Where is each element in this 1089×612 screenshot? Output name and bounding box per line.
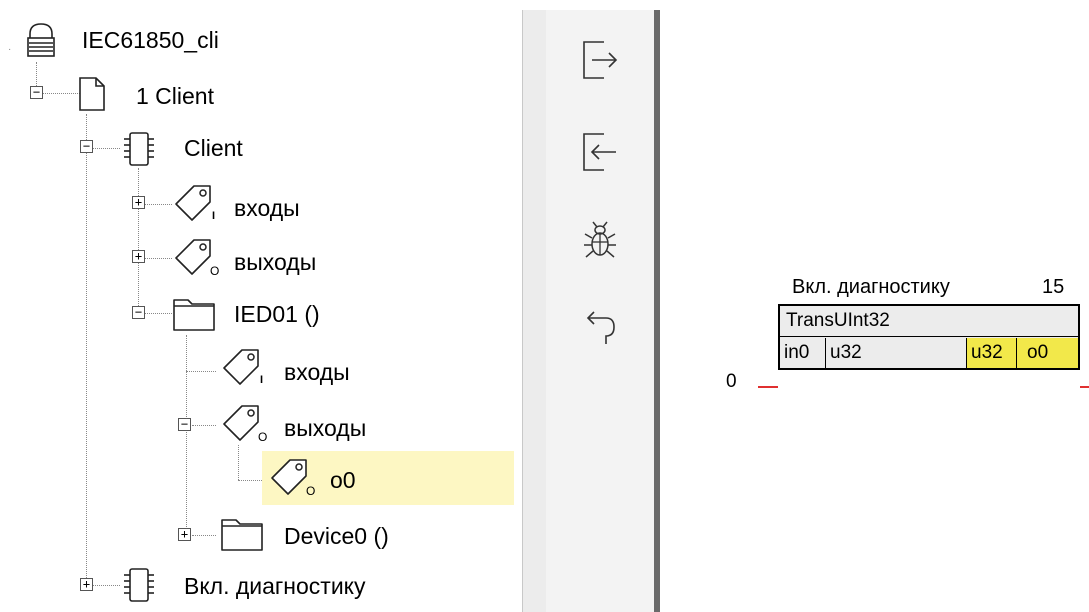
- block-input-port[interactable]: in0: [780, 338, 826, 368]
- expand-toggle[interactable]: +: [178, 528, 191, 541]
- collapse-toggle[interactable]: −: [178, 418, 191, 431]
- tree-root-label: IEC61850_cli: [82, 27, 219, 53]
- tag-output-icon: O: [220, 402, 268, 453]
- tree-item-device0[interactable]: + Device0 (): [0, 510, 522, 560]
- tree-item-label: входы: [284, 359, 350, 385]
- block-output-type: u32: [966, 338, 1016, 368]
- panel-splitter[interactable]: [522, 10, 548, 612]
- tag-badge: O: [258, 430, 268, 444]
- vertical-toolbar: [546, 10, 654, 612]
- block-divider: [780, 336, 1078, 337]
- tree-item-label: выходы: [234, 249, 317, 275]
- tree-item-label: 1 Client: [136, 83, 214, 109]
- tree-item-diagnostics[interactable]: + Вкл. диагностику: [0, 562, 522, 612]
- tag-badge: I: [212, 210, 216, 222]
- tree-item-label: o0: [330, 467, 356, 493]
- tag-badge: I: [260, 374, 264, 386]
- import-icon: [580, 130, 620, 179]
- tree-item-outputs[interactable]: + O выходы: [0, 234, 522, 284]
- tag-output-icon: O: [172, 236, 220, 287]
- collapse-toggle[interactable]: −: [80, 140, 93, 153]
- block-number: 15: [1042, 276, 1065, 298]
- document-icon: [78, 76, 106, 117]
- tree-item-inputs[interactable]: + I входы: [0, 180, 522, 230]
- collapse-toggle[interactable]: −: [132, 306, 145, 319]
- tree-item-label: Client: [184, 135, 243, 161]
- folder-icon: [172, 294, 216, 337]
- block-output-port[interactable]: o0: [1016, 338, 1078, 368]
- collapse-toggle[interactable]: −: [30, 86, 43, 99]
- tree-item-client[interactable]: − Client: [0, 124, 522, 174]
- tree-item-o0[interactable]: O o0: [0, 454, 522, 504]
- database-icon: [26, 22, 56, 63]
- output-wire[interactable]: [1080, 386, 1089, 388]
- expand-toggle[interactable]: +: [80, 578, 93, 591]
- expand-toggle[interactable]: +: [132, 196, 145, 209]
- tree-item-1-client[interactable]: − 1 Client: [0, 70, 522, 120]
- tree-item-ied-outputs[interactable]: − O выходы: [0, 400, 522, 450]
- export-icon: [580, 38, 620, 87]
- tree-item-label: IED01 (): [234, 301, 320, 327]
- folder-icon: [220, 514, 264, 557]
- input-constant-value[interactable]: 0: [726, 371, 737, 393]
- tree-item-label: выходы: [284, 415, 367, 441]
- tree-item-label: Device0 (): [284, 523, 389, 549]
- tree-root[interactable]: · IEC61850_cli: [0, 14, 522, 64]
- tag-badge: O: [210, 264, 220, 278]
- expand-toggle[interactable]: +: [132, 250, 145, 263]
- tag-input-icon: I: [172, 182, 220, 233]
- undo-icon: [580, 304, 620, 353]
- function-block[interactable]: TransUInt32 in0 u32 u32 o0: [778, 304, 1080, 370]
- tree-item-label: входы: [234, 195, 300, 221]
- tree-item-ied01[interactable]: − IED01 (): [0, 290, 522, 340]
- block-title: Вкл. диагностику: [792, 276, 950, 298]
- tree-item-ied-inputs[interactable]: I входы: [0, 344, 522, 394]
- import-button[interactable]: [570, 126, 630, 182]
- tree-dot: ·: [8, 44, 12, 55]
- tag-input-icon: I: [220, 346, 268, 397]
- chip-icon: [122, 566, 156, 609]
- tag-badge: O: [306, 484, 316, 498]
- diagram-canvas[interactable]: 0 Вкл. диагностику 15 TransUInt32 in0 u3…: [660, 0, 1089, 612]
- export-button[interactable]: [570, 34, 630, 90]
- block-type: TransUInt32: [786, 310, 890, 331]
- tree-item-label: Вкл. диагностику: [184, 573, 366, 599]
- bug-icon: [580, 220, 620, 265]
- undo-button[interactable]: [570, 300, 630, 356]
- tag-output-icon: O: [268, 456, 316, 507]
- project-tree[interactable]: · IEC61850_cli − 1 Client − Client + I в…: [0, 0, 522, 612]
- debug-button[interactable]: [570, 214, 630, 270]
- input-wire[interactable]: [758, 386, 778, 388]
- block-input-type: u32: [830, 342, 862, 363]
- chip-icon: [122, 130, 156, 173]
